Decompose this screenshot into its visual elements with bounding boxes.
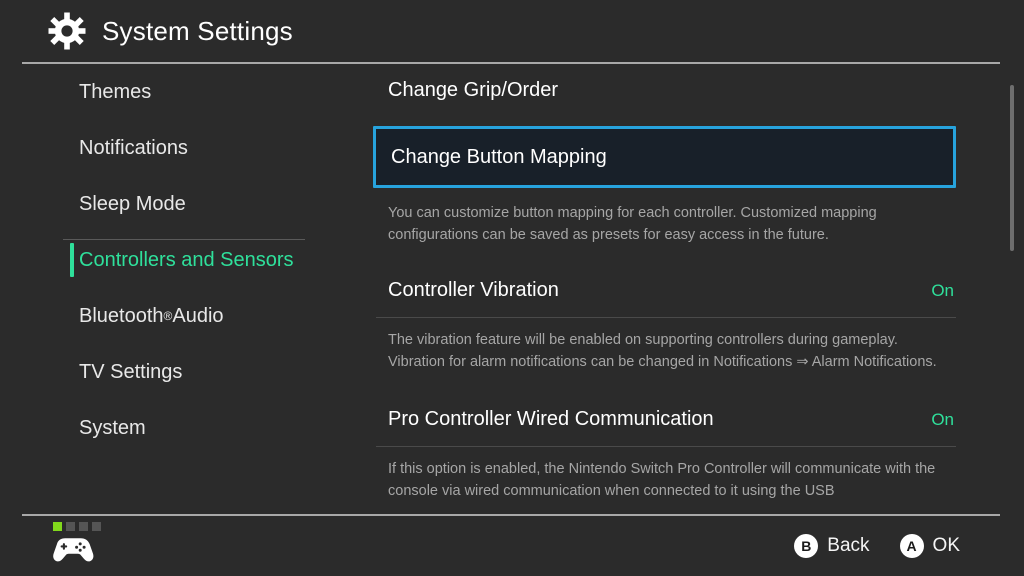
active-indicator-bar bbox=[70, 243, 74, 277]
hint-label: OK bbox=[932, 535, 960, 556]
player-led-2 bbox=[66, 522, 75, 531]
row-separator bbox=[376, 445, 956, 447]
sidebar-item-label: Themes bbox=[79, 80, 152, 103]
setting-title: Change Grip/Order bbox=[388, 78, 559, 101]
hint-label: Back bbox=[827, 535, 870, 556]
sidebar-item-bluetooth-audio[interactable]: Bluetooth ® Audio bbox=[0, 288, 352, 344]
b-button-icon: B bbox=[794, 534, 819, 558]
setting-value: On bbox=[931, 280, 954, 300]
setting-row-pro-controller-wired-communication[interactable]: Pro Controller Wired Communication On If… bbox=[352, 394, 1024, 513]
setting-title: Pro Controller Wired Communication bbox=[388, 408, 714, 431]
setting-title: Controller Vibration bbox=[388, 279, 559, 302]
sidebar-item-label: TV Settings bbox=[79, 360, 183, 383]
header-bar: System Settings bbox=[0, 0, 1024, 62]
setting-value: On bbox=[931, 409, 954, 429]
sidebar: Themes Notifications Sleep Mode Controll… bbox=[0, 64, 352, 514]
gamepad-icon bbox=[53, 538, 94, 562]
sidebar-item-label: Sleep Mode bbox=[79, 192, 186, 215]
sidebar-item-label: Notifications bbox=[79, 136, 188, 159]
sidebar-item-tv-settings[interactable]: TV Settings bbox=[0, 344, 352, 400]
sidebar-item-label: Controllers and Sensors bbox=[79, 248, 294, 271]
hint-ok[interactable]: A OK bbox=[899, 534, 960, 558]
settings-list: Change Grip/Order Change Button Mapping … bbox=[352, 64, 1024, 514]
setting-row-controller-vibration[interactable]: Controller Vibration On The vibration fe… bbox=[352, 265, 1024, 384]
setting-description: The vibration feature will be enabled on… bbox=[388, 331, 937, 371]
sidebar-item-system[interactable]: System bbox=[0, 400, 352, 456]
scrollbar-thumb[interactable] bbox=[1010, 85, 1014, 251]
sidebar-item-controllers-and-sensors[interactable]: Controllers and Sensors bbox=[0, 232, 352, 288]
setting-row-change-button-mapping-desc: You can customize button mapping for eac… bbox=[352, 126, 1024, 257]
sidebar-item-label-tail: Audio bbox=[172, 304, 224, 327]
setting-row-change-grip-order[interactable]: Change Grip/Order bbox=[352, 64, 1024, 126]
sidebar-item-sleep-mode[interactable]: Sleep Mode bbox=[0, 176, 352, 232]
hint-back[interactable]: B Back bbox=[794, 534, 870, 558]
player-led-4 bbox=[92, 522, 101, 531]
sidebar-item-themes[interactable]: Themes bbox=[0, 64, 352, 120]
footer-button-hints: B Back A OK bbox=[794, 516, 960, 576]
sidebar-item-label: Bluetooth bbox=[79, 304, 164, 327]
player-led-3 bbox=[79, 522, 88, 531]
setting-description: You can customize button mapping for eac… bbox=[388, 205, 877, 244]
a-button-icon: A bbox=[899, 534, 924, 558]
footer-bar: B Back A OK bbox=[0, 516, 1024, 576]
page-title: System Settings bbox=[102, 15, 293, 46]
player-indicator-leds bbox=[52, 522, 112, 531]
sidebar-item-label: System bbox=[79, 416, 146, 439]
player-led-1 bbox=[53, 522, 62, 531]
controller-status[interactable] bbox=[52, 522, 112, 570]
setting-description: If this option is enabled, the Nintendo … bbox=[388, 460, 936, 500]
sidebar-item-notifications[interactable]: Notifications bbox=[0, 120, 352, 176]
gear-icon bbox=[48, 12, 86, 50]
row-separator bbox=[376, 316, 956, 318]
system-settings-screen: System Settings Themes Notifications Sle… bbox=[0, 0, 1024, 576]
